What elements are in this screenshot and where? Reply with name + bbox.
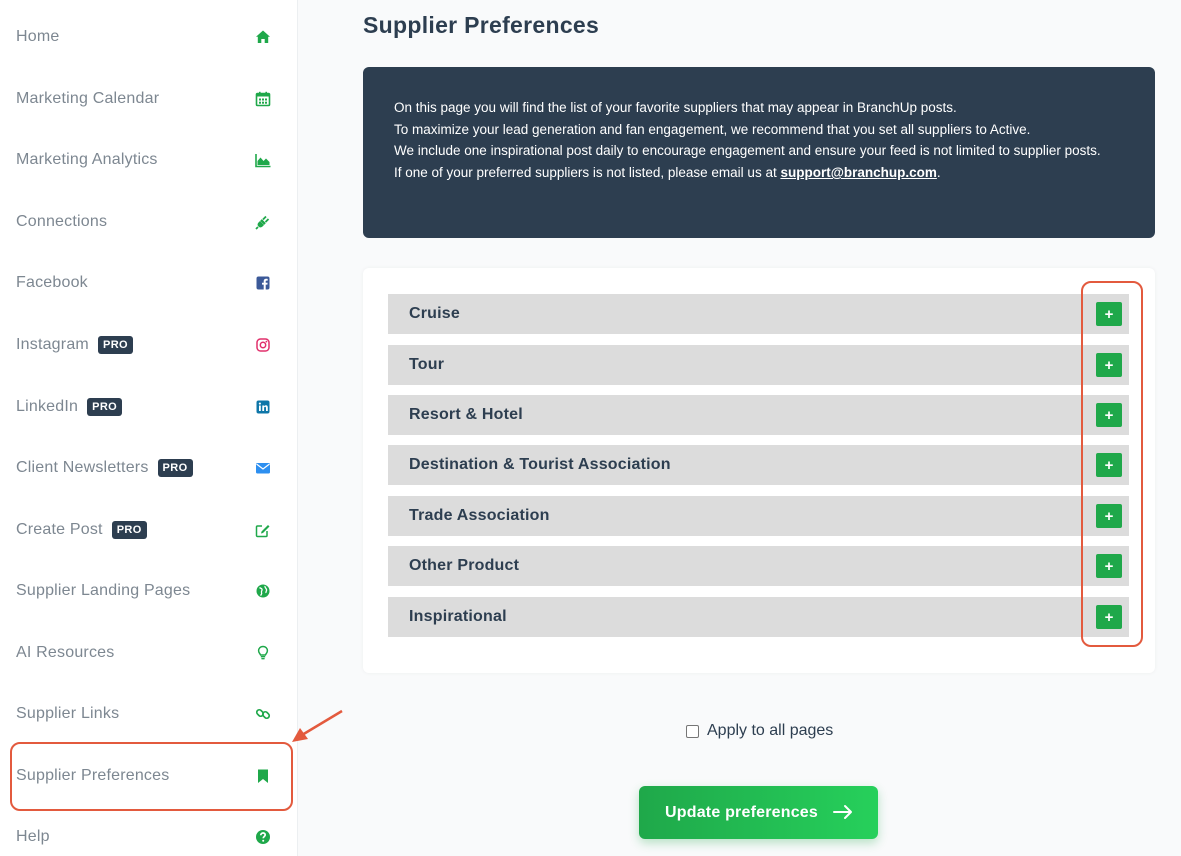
apply-all-pages-label: Apply to all pages [707,722,834,739]
category-label: Tour [409,356,445,373]
edit-icon [254,521,272,539]
annotation-highlight-expand-buttons [1081,281,1143,647]
info-line: To maximize your lead generation and fan… [394,121,1031,137]
supplier-categories-card: Cruise + Tour + Resort & Hotel + Destina… [363,268,1155,673]
facebook-icon [254,274,272,292]
sidebar-item-label: Home [16,28,60,45]
apply-all-pages-checkbox[interactable] [686,724,699,738]
sidebar-item-label: Connections [16,213,108,230]
sidebar-item-label: Supplier Links [16,705,120,722]
category-row-trade-association[interactable]: Trade Association + [388,496,1129,536]
pro-badge: PRO [97,336,133,354]
category-row-cruise[interactable]: Cruise + [388,294,1129,334]
info-line-end: . [936,165,941,181]
sidebar-item-linkedin[interactable]: LinkedIn PRO [0,385,298,429]
main-content: Supplier Preferences On this page you wi… [330,0,1181,856]
category-label: Resort & Hotel [409,406,523,423]
sidebar-item-label: Instagram PRO [16,336,133,354]
update-preferences-label: Update preferences [665,803,818,821]
sidebar-item-label: Facebook [16,274,88,291]
sidebar-item-home[interactable]: Home [0,15,298,59]
support-email-link[interactable]: support@branchup.com [780,165,936,180]
sidebar-item-label: Client Newsletters PRO [16,459,193,477]
question-circle-icon [254,828,272,846]
home-icon [254,28,272,46]
category-row-tour[interactable]: Tour + [388,345,1129,385]
chart-area-icon [254,151,272,169]
info-line: We include one inspirational post daily … [394,143,1101,159]
globe-icon [254,582,272,600]
sidebar-item-supplier-links[interactable]: Supplier Links [0,692,298,736]
sidebar-item-marketing-analytics[interactable]: Marketing Analytics [0,138,298,182]
linkedin-icon [254,398,272,416]
info-line-text: If one of your preferred suppliers is no… [394,165,781,181]
page-title: Supplier Preferences [363,12,600,38]
sidebar-item-help[interactable]: Help [0,815,298,856]
sidebar-item-marketing-calendar[interactable]: Marketing Calendar [0,77,298,121]
arrow-right-icon [833,805,852,819]
info-line: On this page you will find the list of y… [394,100,957,115]
pro-badge: PRO [111,521,147,539]
category-label: Cruise [409,305,460,322]
category-label: Trade Association [409,507,550,524]
info-line: If one of your preferred suppliers is no… [394,162,1124,184]
apply-all-pages-option[interactable]: Apply to all pages [686,722,833,740]
sidebar-item-label: Marketing Analytics [16,151,158,168]
sidebar-item-instagram[interactable]: Instagram PRO [0,323,298,367]
category-label: Other Product [409,557,520,574]
category-label: Inspirational [409,608,507,625]
sidebar-item-supplier-landing-pages[interactable]: Supplier Landing Pages [0,569,298,613]
link-icon [254,705,272,723]
sidebar-item-label: LinkedIn PRO [16,398,123,416]
instagram-icon [254,336,272,354]
category-row-resort-hotel[interactable]: Resort & Hotel + [388,395,1129,435]
sidebar-item-connections[interactable]: Connections [0,200,298,244]
category-label: Destination & Tourist Association [409,456,671,473]
sidebar-item-label: Help [16,828,50,845]
calendar-icon [254,90,272,108]
sidebar-item-ai-resources[interactable]: AI Resources [0,631,298,675]
sidebar: Home Marketing Calendar Marketing Analyt… [0,0,298,856]
lightbulb-icon [254,644,272,662]
sidebar-item-facebook[interactable]: Facebook [0,261,298,305]
sidebar-item-label: Create Post PRO [16,521,147,539]
sidebar-item-label: AI Resources [16,644,115,661]
envelope-icon [254,459,272,477]
info-panel: On this page you will find the list of y… [363,67,1155,238]
sidebar-item-client-newsletters[interactable]: Client Newsletters PRO [0,446,298,490]
category-row-inspirational[interactable]: Inspirational + [388,597,1129,637]
category-row-other-product[interactable]: Other Product + [388,546,1129,586]
pro-badge: PRO [157,459,193,477]
annotation-highlight-sidebar [10,742,293,811]
plug-icon [254,213,272,231]
sidebar-item-label: Marketing Calendar [16,90,160,107]
update-preferences-button[interactable]: Update preferences [639,786,878,839]
sidebar-item-create-post[interactable]: Create Post PRO [0,508,298,552]
category-row-destination[interactable]: Destination & Tourist Association + [388,445,1129,485]
sidebar-item-label: Supplier Landing Pages [16,582,191,599]
pro-badge: PRO [87,398,123,416]
